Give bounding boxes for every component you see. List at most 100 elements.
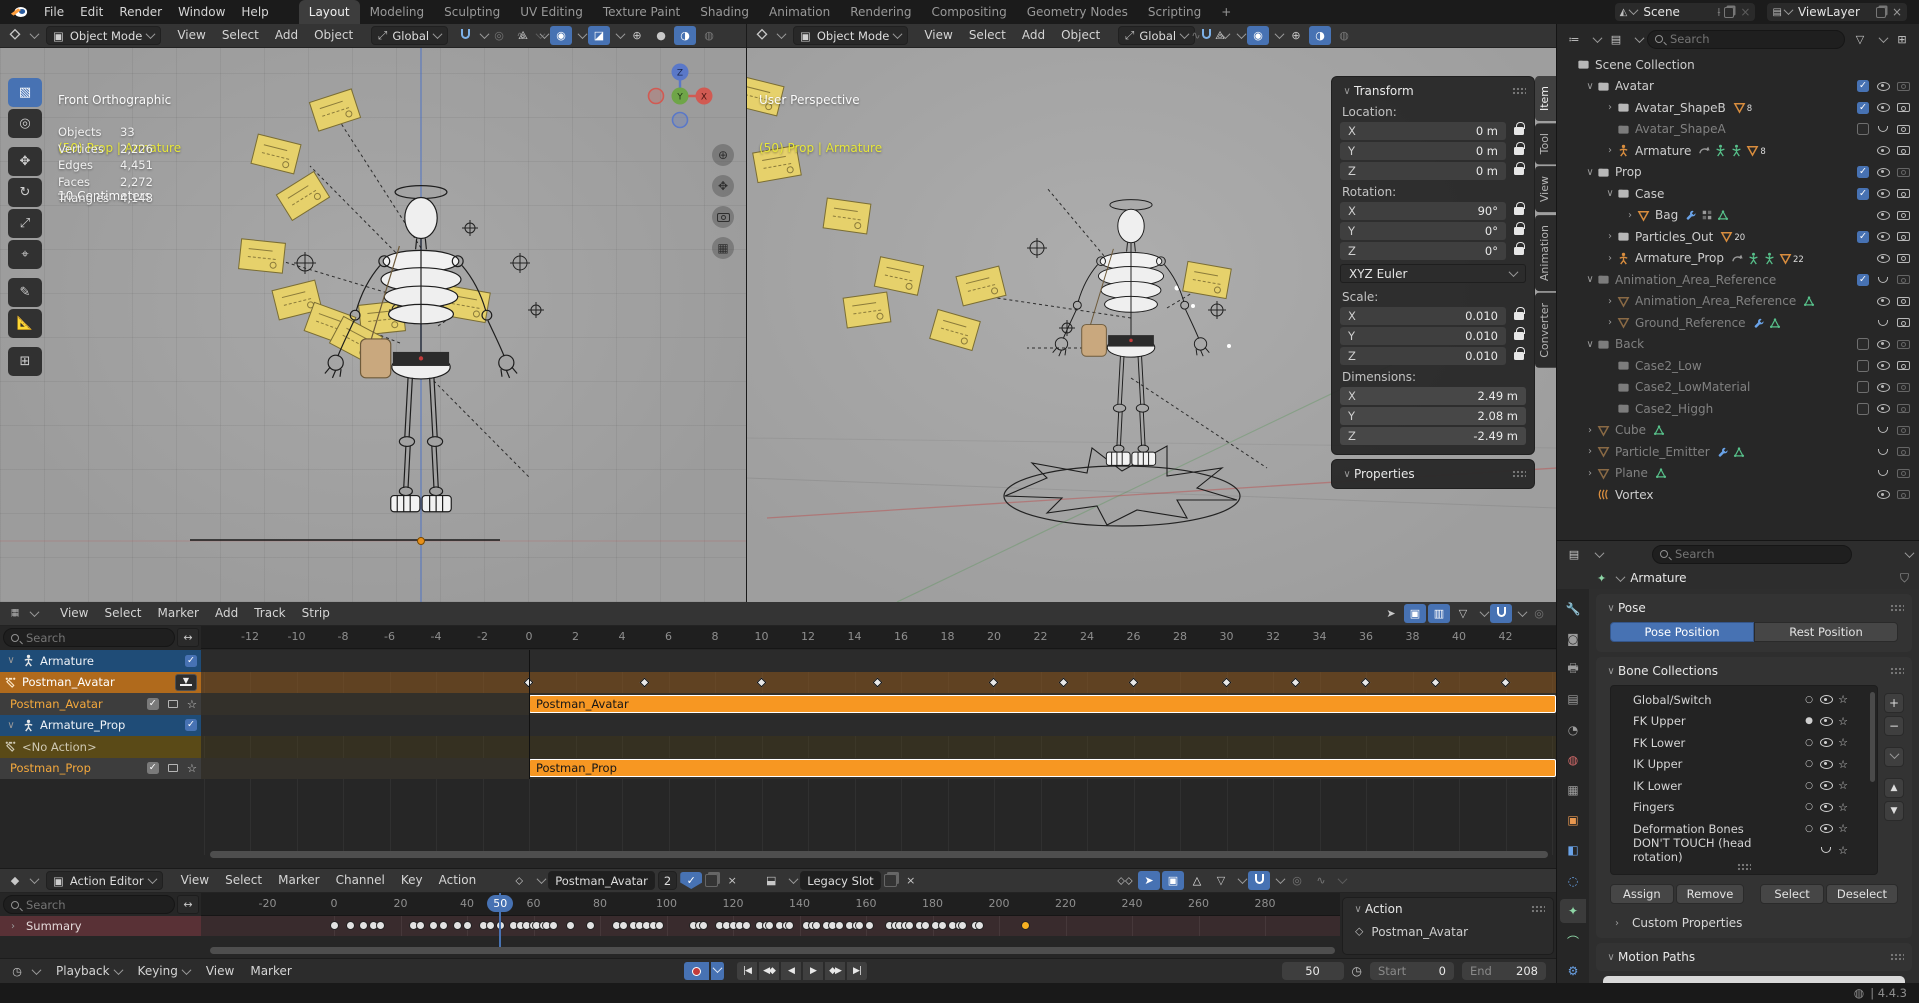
solo-star-toggle[interactable]: ☆ (1835, 801, 1851, 814)
expand-icon[interactable]: › (1583, 425, 1597, 436)
pan-hand-icon[interactable]: ✥ (712, 175, 734, 197)
keyframe[interactable] (655, 921, 664, 930)
keyframe[interactable] (619, 921, 628, 930)
panel-grip[interactable] (1512, 470, 1526, 478)
current-frame-field[interactable]: 50 (1282, 962, 1344, 980)
action-panel-header[interactable]: ∨Action (1343, 898, 1553, 920)
bone-collections-scrollbar[interactable] (1870, 692, 1875, 782)
solo-star-icon[interactable]: ☆ (187, 697, 197, 711)
proportional-falloff-icon[interactable]: ∿ (1185, 26, 1207, 45)
dope-search[interactable] (3, 895, 175, 914)
editor-type-icon[interactable]: 🮮 (4, 26, 26, 45)
outliner-row-avatar[interactable]: ∨Avatar✓ (1557, 76, 1919, 98)
viewlayer-name[interactable]: ViewLayer (1798, 5, 1876, 19)
topbar-menu-edit[interactable]: Edit (72, 1, 111, 24)
mode-selector[interactable]: ▣ Object Mode (793, 26, 908, 45)
pose-panel-header[interactable]: ∨Pose (1596, 598, 1912, 618)
move-up-button[interactable]: ▲ (1884, 778, 1904, 798)
summary-timeline[interactable] (201, 916, 1340, 936)
sidebar-tab-item[interactable]: Item (1535, 76, 1556, 121)
viewlayer-selector[interactable]: ▤ ViewLayer × (1767, 3, 1907, 21)
dope-summary-row[interactable]: ›Summary (0, 916, 1340, 936)
cam-toggle[interactable] (1893, 103, 1913, 112)
keyframe[interactable] (486, 921, 495, 930)
show-gizmo-icon[interactable]: ⟁ (512, 26, 534, 45)
mute-checkbox[interactable]: ✓ (147, 698, 159, 710)
check-toggle[interactable]: ✓ (1853, 166, 1873, 178)
properties-tab-bone-constraint[interactable]: ⚙ (1560, 960, 1586, 983)
tool-rotate[interactable]: ↻ (8, 178, 42, 207)
check-toggle[interactable]: ✓ (1853, 274, 1873, 286)
move-down-button[interactable]: ▼ (1884, 801, 1904, 821)
keyframe[interactable] (463, 921, 472, 930)
selectable-dot-icon[interactable]: ○ (1801, 802, 1817, 812)
nla-keyframe[interactable] (1291, 677, 1301, 687)
expand-icon[interactable]: ∨ (1603, 188, 1617, 199)
outliner-row-case[interactable]: ∨Case✓ (1557, 183, 1919, 205)
nla-track-action[interactable]: Postman_Avatar▼ (0, 672, 1556, 694)
eye-toggle[interactable] (1873, 427, 1893, 433)
tool-annotate[interactable]: ✎ (8, 278, 42, 307)
solo-star-icon[interactable]: ☆ (187, 761, 197, 775)
properties-tab-bone[interactable]: ⌒ (1560, 930, 1586, 953)
copy-scene-icon[interactable] (1724, 7, 1734, 18)
outliner-scope-icon[interactable]: ▤ (1605, 30, 1627, 49)
dope-menu-marker[interactable]: Marker (270, 869, 327, 892)
eye-toggle[interactable] (1873, 82, 1893, 91)
timeline-menu-view[interactable]: View (198, 960, 242, 983)
topbar-menu-render[interactable]: Render (111, 1, 170, 24)
expand-icon[interactable]: › (1583, 446, 1597, 457)
workspace-tab-shading[interactable]: Shading (690, 0, 759, 24)
solo-star-toggle[interactable]: ☆ (1835, 715, 1851, 728)
visibility-toggle[interactable] (1817, 760, 1835, 769)
properties-options-icon[interactable] (1905, 548, 1915, 558)
transform-value-field[interactable]: Y2.08 m (1340, 407, 1526, 425)
use-preview-range-icon[interactable]: ◷ (1352, 964, 1362, 978)
workspace-tab-texture-paint[interactable]: Texture Paint (593, 0, 690, 24)
outliner-row-case2-higgh[interactable]: Case2_Higgh (1557, 398, 1919, 420)
orientation-selector[interactable]: ⤢ Global (371, 26, 448, 45)
selectable-dot-icon[interactable]: ● (1801, 716, 1817, 726)
eye-toggle[interactable] (1873, 449, 1893, 455)
keyframe[interactable] (346, 921, 355, 930)
keyframe[interactable] (699, 921, 708, 930)
eye-toggle[interactable] (1873, 103, 1893, 112)
pin-icon[interactable]: ⟊ (1717, 5, 1720, 20)
shading-rendered-icon[interactable]: ◍ (698, 26, 720, 45)
eye-toggle[interactable] (1873, 254, 1893, 263)
nla-search-input[interactable] (24, 630, 167, 646)
viewport-left-3d-scene[interactable]: Front Orthographic (50) Prop | Armature … (0, 48, 746, 602)
transform-value-field[interactable]: X0 m (1340, 122, 1506, 140)
cam-toggle[interactable] (1893, 232, 1913, 241)
viewport-right-menu-view[interactable]: View (916, 24, 960, 47)
cam-toggle[interactable] (1893, 404, 1913, 413)
outliner-row-case2-low[interactable]: Case2_Low (1557, 355, 1919, 377)
properties-panel-header[interactable]: ∨Properties (1332, 464, 1534, 484)
motion-paths-panel-header[interactable]: ∨Motion Paths (1596, 947, 1912, 967)
tool-select-box[interactable]: ▧ (8, 78, 42, 107)
nla-keyframe[interactable] (872, 677, 882, 687)
nla-horizontal-scrollbar[interactable] (210, 851, 1548, 858)
cam-toggle[interactable] (1893, 469, 1913, 478)
nla-keyframe[interactable] (1361, 677, 1371, 687)
visibility-toggle[interactable] (1817, 738, 1835, 747)
remove-button[interactable]: Remove (1676, 884, 1745, 904)
filter-icon[interactable]: ▽ (1210, 871, 1232, 890)
cam-toggle[interactable] (1893, 447, 1913, 456)
dope-horizontal-scrollbar[interactable] (210, 947, 1335, 954)
outliner-search[interactable] (1647, 30, 1845, 49)
nla-channel[interactable]: ∨Armature✓ (0, 650, 201, 672)
nla-track-timeline[interactable] (201, 736, 1556, 758)
properties-tab-view-layer[interactable]: ▤ (1560, 688, 1586, 711)
action-users-count[interactable]: 2 (658, 871, 677, 890)
nla-menu-marker[interactable]: Marker (150, 602, 207, 625)
new-collection-icon[interactable]: ⊞ (1891, 30, 1913, 49)
cam-toggle[interactable] (1893, 146, 1913, 155)
unlink-action-icon[interactable]: × (721, 871, 743, 890)
snapping-icon[interactable] (1248, 871, 1270, 890)
solo-star-toggle[interactable]: ☆ (1835, 779, 1851, 792)
nla-track-strip[interactable]: Postman_Avatar✓☆Postman_Avatar (0, 693, 1556, 715)
properties-tab-world[interactable]: ◍ (1560, 748, 1586, 771)
transform-value-field[interactable]: Y0° (1340, 222, 1506, 240)
auto-keying-record-button[interactable] (684, 962, 710, 980)
